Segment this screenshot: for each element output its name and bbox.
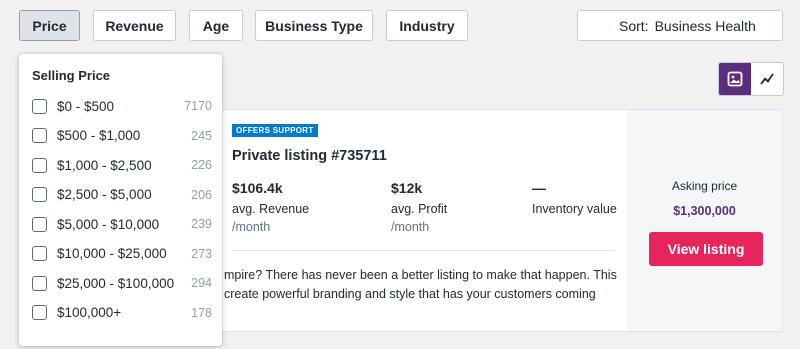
divider bbox=[232, 250, 615, 251]
inventory-metric: — Inventory value bbox=[532, 180, 617, 220]
checkbox[interactable] bbox=[32, 305, 47, 320]
metric-value: $12k bbox=[391, 180, 423, 196]
revenue-metric: $106.4k avg. Revenue /month bbox=[232, 180, 309, 234]
price-option[interactable]: $0 - $500 7170 bbox=[32, 96, 212, 116]
sort-select[interactable]: Sort: Business Health bbox=[577, 10, 783, 41]
option-label: $1,000 - $2,500 bbox=[57, 157, 152, 173]
option-count: 7170 bbox=[184, 99, 212, 113]
option-count: 273 bbox=[191, 246, 212, 261]
checkbox[interactable] bbox=[32, 157, 47, 173]
listing-description: mpire? There has never been a better lis… bbox=[224, 266, 624, 304]
listing-card[interactable]: OFFERS SUPPORT Private listing #735711 $… bbox=[198, 109, 783, 332]
option-label: $500 - $1,000 bbox=[57, 128, 141, 143]
option-count: 239 bbox=[191, 217, 212, 231]
checkbox[interactable] bbox=[32, 128, 47, 143]
sort-value: Business Health bbox=[654, 17, 756, 34]
price-option[interactable]: $500 - $1,000 245 bbox=[32, 126, 212, 146]
listing-title[interactable]: Private listing #735711 bbox=[232, 148, 387, 164]
description-line: mpire? There has never been a better lis… bbox=[224, 268, 617, 282]
checkbox[interactable] bbox=[32, 246, 47, 261]
chart-view-button[interactable] bbox=[751, 63, 783, 95]
option-count: 294 bbox=[191, 276, 212, 290]
view-listing-button[interactable]: View listing bbox=[649, 232, 763, 266]
chart-icon bbox=[760, 73, 774, 85]
price-dropdown: Selling Price $0 - $500 7170 $500 - $1,000… bbox=[19, 54, 222, 346]
option-label: $0 - $500 bbox=[57, 98, 115, 114]
metric-label: Inventory value bbox=[532, 202, 617, 216]
metric-label: avg. Profit bbox=[391, 202, 448, 216]
option-label: $5,000 - $10,000 bbox=[57, 216, 160, 232]
option-count: 206 bbox=[191, 187, 212, 202]
metric-unit: /month bbox=[391, 220, 430, 234]
option-label: $2,500 - $5,000 bbox=[57, 187, 152, 202]
option-label: $10,000 - $25,000 bbox=[57, 246, 167, 261]
checkbox[interactable] bbox=[32, 98, 47, 114]
dropdown-title: Selling Price bbox=[32, 68, 111, 83]
metric-label: avg. Revenue bbox=[232, 202, 310, 216]
price-option[interactable]: $25,000 - $100,000 294 bbox=[32, 273, 212, 293]
price-option[interactable]: $10,000 - $25,000 273 bbox=[32, 244, 212, 264]
price-option[interactable]: $2,500 - $5,000 206 bbox=[32, 185, 212, 205]
option-label: $25,000 - $100,000 bbox=[57, 275, 175, 291]
price-filter-button[interactable]: Price bbox=[19, 10, 80, 41]
metric-value: — bbox=[532, 180, 546, 196]
option-count: 178 bbox=[191, 305, 212, 320]
asking-price-value: $1,300,000 bbox=[673, 204, 736, 218]
age-filter-button[interactable]: Age bbox=[189, 10, 243, 41]
price-option[interactable]: $100,000+ 178 bbox=[32, 303, 212, 323]
listing-price-panel bbox=[627, 110, 782, 331]
price-option[interactable]: $5,000 - $10,000 239 bbox=[32, 214, 212, 234]
description-line: create powerful branding and style that … bbox=[224, 287, 596, 301]
gallery-icon bbox=[727, 71, 743, 87]
option-count: 245 bbox=[191, 128, 212, 143]
view-toggle[interactable] bbox=[718, 62, 784, 96]
price-option[interactable]: $1,000 - $2,500 226 bbox=[32, 155, 212, 175]
revenue-filter-button[interactable]: Revenue bbox=[93, 10, 176, 41]
option-count: 226 bbox=[191, 158, 212, 172]
checkbox[interactable] bbox=[32, 187, 47, 202]
checkbox[interactable] bbox=[32, 216, 47, 232]
offers-support-badge: OFFERS SUPPORT bbox=[232, 124, 318, 137]
option-label: $100,000+ bbox=[57, 305, 122, 320]
metric-unit: /month bbox=[232, 220, 271, 234]
checkbox[interactable] bbox=[32, 275, 47, 291]
business-type-filter-button[interactable]: Business Type bbox=[255, 10, 373, 41]
metric-value: $106.4k bbox=[232, 180, 283, 196]
industry-filter-button[interactable]: Industry bbox=[386, 10, 468, 41]
asking-price-label: Asking price bbox=[671, 179, 738, 193]
gallery-view-button[interactable] bbox=[719, 63, 751, 95]
sort-label: Sort: bbox=[619, 17, 649, 34]
profit-metric: $12k avg. Profit /month bbox=[391, 180, 447, 234]
